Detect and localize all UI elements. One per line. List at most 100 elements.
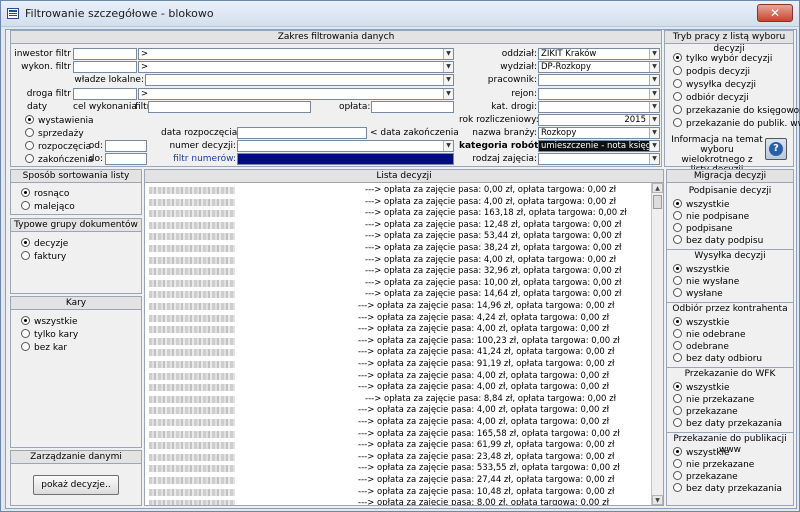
radio-tylko-wybor[interactable]: tylko wybór decyzji (673, 53, 772, 65)
migracja-radio[interactable]: wszystkie (673, 382, 730, 394)
migracja-radio[interactable]: bez daty przekazania (673, 483, 782, 495)
list-item[interactable]: ---> opłata za zajęcie pasa: 100,23 zł, … (145, 336, 651, 347)
list-item[interactable]: ---> opłata za zajęcie pasa: 12,48 zł, o… (145, 220, 651, 231)
migracja-radio[interactable]: bez daty odbioru (673, 353, 762, 365)
list-item[interactable]: ---> opłata za zajęcie pasa: 32,96 zł, o… (145, 266, 651, 277)
radio-tylko-kary[interactable]: tylko kary (21, 329, 78, 341)
radio-ksiegowosc[interactable]: przekazanie do księgowości (673, 105, 800, 117)
wykon-combo[interactable]: > ▼ (138, 61, 454, 73)
radio-wystawienia[interactable]: wystawienia (25, 115, 94, 127)
data-rozp-input[interactable] (237, 127, 367, 139)
list-item[interactable]: ---> opłata za zajęcie pasa: 533,55 zł, … (145, 463, 651, 474)
list-item[interactable]: ---> opłata za zajęcie pasa: 165,58 zł, … (145, 429, 651, 440)
list-item[interactable]: ---> opłata za zajęcie pasa: 4,24 zł, op… (145, 313, 651, 324)
list-item[interactable]: ---> opłata za zajęcie pasa: 53,44 zł, o… (145, 231, 651, 242)
radio-rosnaco[interactable]: rosnąco (21, 188, 69, 200)
list-item[interactable]: ---> opłata za zajęcie pasa: 4,00 zł, op… (145, 417, 651, 428)
list-item[interactable]: ---> opłata za zajęcie pasa: 10,00 zł, o… (145, 278, 651, 289)
list-item[interactable]: ---> opłata za zajęcie pasa: 0,00 zł, op… (145, 185, 651, 196)
list-item[interactable]: ---> opłata za zajęcie pasa: 8,84 zł, op… (145, 394, 651, 405)
droga-input[interactable] (73, 88, 137, 100)
rodzaj-combo[interactable]: ▼ (538, 153, 660, 165)
chevron-down-icon[interactable]: ▼ (443, 62, 453, 72)
chevron-down-icon[interactable]: ▼ (443, 89, 453, 99)
migracja-radio[interactable]: wszystkie (673, 317, 730, 329)
pracownik-combo[interactable]: ▼ (538, 74, 660, 86)
chevron-down-icon[interactable]: ▼ (649, 141, 659, 151)
pokaz-decyzje-button[interactable]: pokaż decyzje.. (33, 475, 119, 495)
inwestor-combo[interactable]: > ▼ (138, 48, 454, 60)
list-item[interactable]: ---> opłata za zajęcie pasa: 4,00 zł, op… (145, 197, 651, 208)
inwestor-input[interactable] (73, 48, 137, 60)
migracja-radio[interactable]: wszystkie (673, 199, 730, 211)
migracja-radio[interactable]: podpisane (673, 223, 733, 235)
wykon-input[interactable] (73, 61, 137, 73)
migracja-radio[interactable]: przekazane (673, 471, 738, 483)
scroll-down-icon[interactable]: ▼ (652, 495, 663, 505)
list-item[interactable]: ---> opłata za zajęcie pasa: 8,00 zł, op… (145, 498, 651, 505)
migracja-radio[interactable]: nie przekazane (673, 394, 754, 406)
rejon-combo[interactable]: ▼ (538, 88, 660, 100)
chevron-down-icon[interactable]: ▼ (649, 62, 659, 72)
list-scrollbar[interactable]: ▲ ▼ (651, 183, 663, 505)
radio-odbior[interactable]: odbiór decyzji (673, 92, 749, 104)
rok-combo[interactable]: 2015 ▼ (538, 114, 660, 126)
nazwa-branzy-combo[interactable]: Rozkopy ▼ (538, 127, 660, 139)
migracja-radio[interactable]: odebrane (673, 341, 729, 353)
kat-drogi-combo[interactable]: ▼ (538, 101, 660, 113)
chevron-down-icon[interactable]: ▼ (649, 49, 659, 59)
list-item[interactable]: ---> opłata za zajęcie pasa: 61,99 zł, o… (145, 440, 651, 451)
radio-bez-kar[interactable]: bez kar (21, 342, 67, 354)
radio-decyzje[interactable]: decyzje (21, 238, 68, 250)
radio-malejaco[interactable]: malejąco (21, 201, 75, 213)
wladze-combo[interactable]: ▼ (145, 74, 454, 86)
migracja-radio[interactable]: bez daty podpisu (673, 235, 763, 247)
list-item[interactable]: ---> opłata za zajęcie pasa: 27,44 zł, o… (145, 475, 651, 486)
chevron-down-icon[interactable]: ▼ (649, 128, 659, 138)
list-item[interactable]: ---> opłata za zajęcie pasa: 23,48 zł, o… (145, 452, 651, 463)
migracja-radio[interactable]: wysłane (673, 288, 723, 300)
radio-publik-www[interactable]: przekazanie do publik. www (673, 118, 800, 130)
help-button[interactable]: ? (765, 138, 787, 160)
chevron-down-icon[interactable]: ▼ (443, 49, 453, 59)
wydzial-combo[interactable]: DP-Rozkopy ▼ (538, 61, 660, 73)
numer-combo[interactable]: ▼ (237, 140, 454, 152)
list-item[interactable]: ---> opłata za zajęcie pasa: 4,00 zł, op… (145, 324, 651, 335)
migracja-radio[interactable]: nie podpisane (673, 211, 749, 223)
list-item[interactable]: ---> opłata za zajęcie pasa: 41,24 zł, o… (145, 347, 651, 358)
chevron-down-icon[interactable]: ▼ (443, 75, 453, 85)
chevron-down-icon[interactable]: ▼ (649, 75, 659, 85)
oddzial-combo[interactable]: ZIKIT Kraków ▼ (538, 48, 660, 60)
list-item[interactable]: ---> opłata za zajęcie pasa: 4,00 zł, op… (145, 405, 651, 416)
list-item[interactable]: ---> opłata za zajęcie pasa: 14,96 zł, o… (145, 301, 651, 312)
list-item[interactable]: ---> opłata za zajęcie pasa: 91,19 zł, o… (145, 359, 651, 370)
list-item[interactable]: ---> opłata za zajęcie pasa: 14,64 zł, o… (145, 289, 651, 300)
chevron-down-icon[interactable]: ▼ (443, 141, 453, 151)
chevron-down-icon[interactable]: ▼ (649, 115, 659, 125)
radio-faktury[interactable]: faktury (21, 251, 66, 263)
oplata-input[interactable] (371, 101, 454, 113)
radio-kary-wszystkie[interactable]: wszystkie (21, 316, 78, 328)
list-item[interactable]: ---> opłata za zajęcie pasa: 163,18 zł, … (145, 208, 651, 219)
migracja-radio[interactable]: nie odebrane (673, 329, 746, 341)
decision-list[interactable]: ---> opłata za zajęcie pasa: 0,00 zł, op… (145, 183, 651, 505)
droga-combo[interactable]: > ▼ (138, 88, 454, 100)
radio-sprzedazy[interactable]: sprzedaży (25, 128, 84, 140)
list-item[interactable]: ---> opłata za zajęcie pasa: 38,24 zł, o… (145, 243, 651, 254)
chevron-down-icon[interactable]: ▼ (649, 154, 659, 164)
do-input[interactable] (105, 153, 147, 165)
migracja-radio[interactable]: wszystkie (673, 264, 730, 276)
scroll-thumb[interactable] (653, 195, 662, 209)
migracja-radio[interactable]: przekazane (673, 406, 738, 418)
list-item[interactable]: ---> opłata za zajęcie pasa: 4,00 zł, op… (145, 255, 651, 266)
migracja-radio[interactable]: bez daty przekazania (673, 418, 782, 430)
radio-wysylka[interactable]: wysyłka decyzji (673, 79, 756, 91)
list-item[interactable]: ---> opłata za zajęcie pasa: 10,48 zł, o… (145, 487, 651, 498)
migracja-radio[interactable]: nie przekazane (673, 459, 754, 471)
migracja-radio[interactable]: wszystkie (673, 447, 730, 459)
od-input[interactable] (105, 140, 147, 152)
chevron-down-icon[interactable]: ▼ (649, 89, 659, 99)
list-item[interactable]: ---> opłata za zajęcie pasa: 4,00 zł, op… (145, 382, 651, 393)
scroll-up-icon[interactable]: ▲ (652, 183, 663, 193)
cel-input[interactable] (148, 101, 311, 113)
